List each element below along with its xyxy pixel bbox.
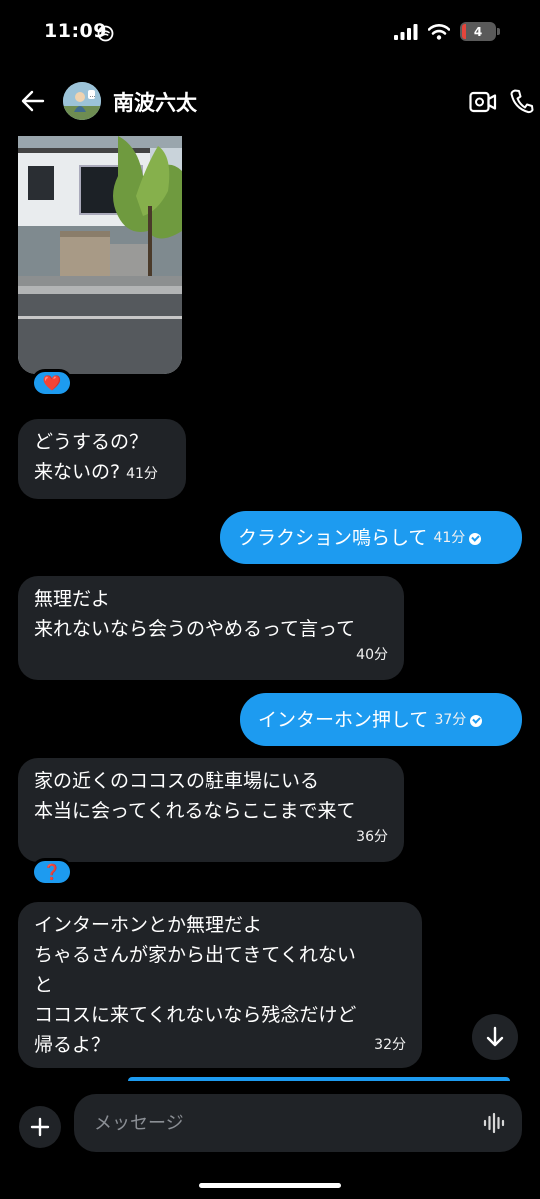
avatar[interactable]: … xyxy=(63,82,101,120)
message-time: 37分 xyxy=(434,711,467,728)
back-button[interactable] xyxy=(18,86,48,116)
message-text: インターホン押して xyxy=(258,708,429,731)
voice-message-button[interactable] xyxy=(482,1112,506,1134)
contact-name[interactable]: 南波六太 xyxy=(113,87,197,117)
message-time: 32分 xyxy=(374,1037,406,1053)
incoming-message[interactable]: 無理だよ 来れないなら会うのやめるって言って 40分 xyxy=(18,576,404,680)
message-time: 41分 xyxy=(433,529,466,546)
photo-image xyxy=(18,136,182,374)
message-line: 帰るよ？ xyxy=(34,1034,111,1056)
message-composer xyxy=(0,1090,540,1160)
status-bar: 11:09 4 xyxy=(0,0,540,62)
message-time: 41分 xyxy=(126,466,158,482)
outgoing-message[interactable]: インターホン押して 37分 xyxy=(240,693,522,746)
message-line: 来れないなら会うのやめるって言って xyxy=(34,618,356,640)
status-icons: 4 xyxy=(394,22,500,41)
arrow-left-icon xyxy=(21,90,45,112)
home-indicator xyxy=(199,1183,341,1188)
seen-check-icon xyxy=(470,714,483,727)
photo-message[interactable] xyxy=(18,136,182,374)
partial-outgoing-message xyxy=(128,1077,510,1081)
outgoing-message[interactable]: クラクション鳴らして 41分 xyxy=(220,511,522,564)
conversation-header: … 南波六太 xyxy=(0,76,540,128)
message-time: 40分 xyxy=(356,647,388,663)
message-input[interactable] xyxy=(74,1094,522,1152)
incoming-message[interactable]: 家の近くのココスの駐車場にいる 本当に会ってくれるならここまで来て 36分 xyxy=(18,758,404,862)
message-line: 家の近くのココスの駐車場にいる xyxy=(34,770,320,792)
message-line: と xyxy=(34,974,54,996)
message-time: 36分 xyxy=(356,829,388,845)
video-camera-icon xyxy=(469,91,497,113)
message-line: ちゃるさんが家から出てきてくれない xyxy=(34,944,356,966)
message-line: どうするの？ xyxy=(34,431,149,453)
heart-reaction[interactable]: ❤️ xyxy=(31,369,73,397)
arrow-down-icon xyxy=(486,1026,504,1047)
battery-indicator: 4 xyxy=(460,22,500,41)
message-line: ココスに来てくれないなら残念だけど xyxy=(34,1004,357,1026)
add-attachment-button[interactable] xyxy=(19,1106,61,1148)
wifi-icon xyxy=(428,23,450,40)
voice-call-button[interactable] xyxy=(510,88,534,114)
question-reaction[interactable]: ❓ xyxy=(31,858,73,886)
phone-icon xyxy=(510,89,534,114)
plus-icon xyxy=(30,1117,50,1137)
message-line: 無理だよ xyxy=(34,588,111,610)
message-line: インターホンとか無理だよ xyxy=(34,914,263,936)
heart-icon: ❤️ xyxy=(42,374,62,392)
svg-text:…: … xyxy=(90,92,96,99)
battery-level: 4 xyxy=(473,24,483,39)
waveform-icon xyxy=(483,1112,505,1134)
avatar-image: … xyxy=(63,82,101,120)
message-line: 来ないの? xyxy=(34,461,121,483)
message-line: 本当に会ってくれるならここまで来て xyxy=(34,800,356,822)
video-call-button[interactable] xyxy=(469,89,497,115)
message-text: クラクション鳴らして xyxy=(238,526,428,549)
seen-check-icon xyxy=(469,532,482,545)
incoming-message[interactable]: インターホンとか無理だよ ちゃるさんが家から出てきてくれない と ココスに来てく… xyxy=(18,902,422,1068)
focus-mode-icon xyxy=(97,25,114,42)
question-icon: ❓ xyxy=(42,863,62,881)
scroll-to-bottom-button[interactable] xyxy=(472,1014,518,1060)
incoming-message[interactable]: どうするの？ 来ないの? 41分 xyxy=(18,419,186,499)
signal-icon xyxy=(394,23,418,40)
